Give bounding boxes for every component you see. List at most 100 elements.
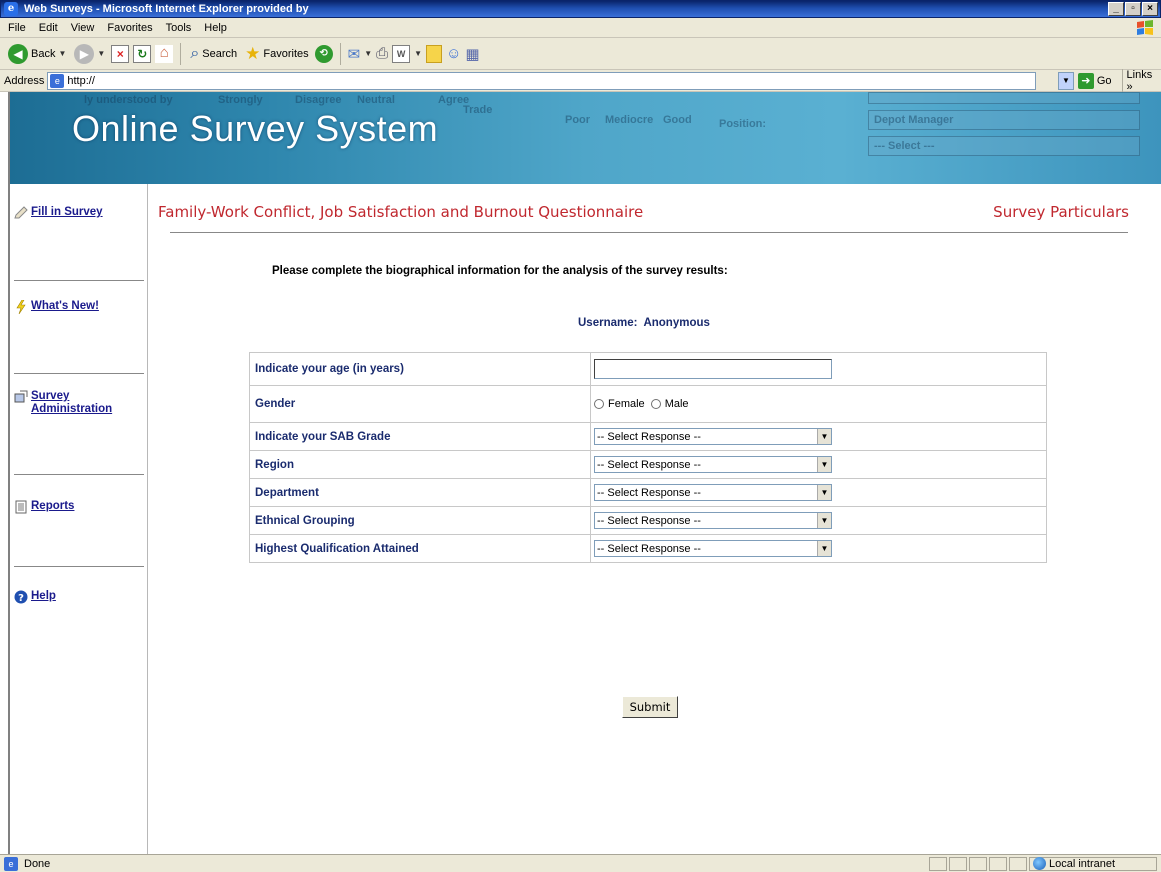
chevron-down-icon: ▼ xyxy=(58,49,67,58)
gender-female-radio[interactable] xyxy=(594,399,604,409)
search-icon: ⌕ xyxy=(190,44,200,62)
answer-cell: -- Select Response -- ▼ xyxy=(590,422,1047,451)
sidebar-link-reports[interactable]: Reports xyxy=(31,500,74,513)
chevron-down-icon: ▼ xyxy=(817,541,831,556)
close-button[interactable]: × xyxy=(1142,2,1158,16)
question-gender: Gender xyxy=(249,385,591,423)
sidebar-link-survey-administration[interactable]: Survey Administration xyxy=(31,390,127,416)
department-select[interactable]: -- Select Response -- ▼ xyxy=(594,484,832,501)
links-button[interactable]: Links » xyxy=(1121,68,1161,93)
region-select[interactable]: -- Select Response -- ▼ xyxy=(594,456,832,473)
print-icon[interactable]: ⎙ xyxy=(376,45,388,62)
mail-icon[interactable]: ✉ xyxy=(348,45,361,63)
menu-view[interactable]: View xyxy=(71,22,95,34)
site-title: Online Survey System xyxy=(72,108,439,149)
favorites-button[interactable]: ★ Favorites xyxy=(243,41,311,67)
survey-particulars-link[interactable]: Survey Particulars xyxy=(993,203,1129,221)
back-button[interactable]: ◀ Back ▼ xyxy=(6,41,68,67)
username-label: Username: xyxy=(578,317,638,329)
history-icon[interactable]: ⟲ xyxy=(314,44,333,63)
menu-help[interactable]: Help xyxy=(204,22,227,34)
username-line: Username: Anonymous xyxy=(578,317,710,329)
sidebar-divider xyxy=(14,566,144,567)
sidebar-item-survey-administration[interactable]: Survey Administration xyxy=(14,390,127,416)
form-row-qualification: Highest Qualification Attained -- Select… xyxy=(249,534,1047,563)
sidebar-link-help[interactable]: Help xyxy=(31,590,56,603)
sidebar-item-whats-new[interactable]: What's New! xyxy=(14,300,99,314)
sidebar-divider xyxy=(14,474,144,475)
submit-button[interactable]: Submit xyxy=(622,696,678,718)
research-icon[interactable]: ▦ xyxy=(465,45,479,63)
chevron-down-icon: ▼ xyxy=(97,49,106,58)
refresh-icon[interactable]: ↻ xyxy=(133,44,152,63)
back-arrow-icon: ◀ xyxy=(8,43,28,64)
question-ethnical-grouping: Ethnical Grouping xyxy=(249,506,591,535)
menu-edit[interactable]: Edit xyxy=(39,22,58,34)
answer-cell: -- Select Response -- ▼ xyxy=(590,506,1047,535)
menu-file[interactable]: File xyxy=(8,22,26,34)
window-title: Web Surveys - Microsoft Internet Explore… xyxy=(24,3,309,15)
question-qualification: Highest Qualification Attained xyxy=(249,534,591,563)
gender-male-radio[interactable] xyxy=(650,399,661,409)
sidebar-item-help[interactable]: ? Help xyxy=(14,590,56,604)
address-input[interactable]: e http:// xyxy=(47,71,1036,90)
sidebar-item-fill-in-survey[interactable]: Fill in Survey xyxy=(14,206,103,220)
home-icon[interactable]: ⌂ xyxy=(155,44,174,63)
instructions-text: Please complete the biographical informa… xyxy=(272,265,728,277)
qualification-select[interactable]: -- Select Response -- ▼ xyxy=(594,540,832,557)
answer-cell: -- Select Response -- ▼ xyxy=(590,450,1047,479)
banner-watermark-text: Position: xyxy=(719,118,767,130)
chevron-down-icon: ▼ xyxy=(817,457,831,472)
banner-watermark-text: Depot Manager xyxy=(874,114,954,126)
sidebar-link-whats-new[interactable]: What's New! xyxy=(31,300,99,313)
select-value: -- Select Response -- xyxy=(597,542,701,555)
address-bar: Address e http:// ▼ ➜ Go Links » xyxy=(0,68,1161,93)
zone-label: Local intranet xyxy=(1049,857,1116,870)
select-value: -- Select Response -- xyxy=(597,430,701,443)
chevron-down-icon[interactable]: ▼ xyxy=(364,49,372,58)
windows-logo-icon xyxy=(1137,20,1153,35)
banner-watermark-box xyxy=(868,92,1140,104)
address-dropdown-icon[interactable]: ▼ xyxy=(1058,71,1074,90)
banner-watermark-text: Disagree xyxy=(295,94,342,106)
sidebar: Fill in Survey What's New! Survey Admini… xyxy=(10,184,148,854)
ie-icon: e xyxy=(4,2,18,16)
address-label: Address xyxy=(4,74,45,87)
stop-icon[interactable]: × xyxy=(111,44,130,63)
forward-button[interactable]: ▶ ▼ xyxy=(72,41,107,67)
menu-bar: File Edit View Favorites Tools Help xyxy=(0,18,1161,38)
messenger-icon[interactable]: ☺ xyxy=(446,45,461,62)
notes-icon[interactable] xyxy=(426,44,443,63)
banner-watermark-text: Trade xyxy=(463,104,493,116)
gender-radio-group: Female Male xyxy=(594,398,1043,410)
status-text: Done xyxy=(24,857,51,870)
go-button[interactable]: ➜ Go xyxy=(1077,72,1112,89)
chevron-down-icon[interactable]: ▼ xyxy=(414,49,422,58)
sidebar-link-fill-in-survey[interactable]: Fill in Survey xyxy=(31,206,103,219)
edit-icon[interactable]: W xyxy=(392,44,411,63)
age-input[interactable] xyxy=(594,359,832,379)
restore-button[interactable]: ▫ xyxy=(1125,2,1141,16)
search-button[interactable]: ⌕ Search xyxy=(188,41,239,67)
chevron-down-icon: ▼ xyxy=(817,485,831,500)
svg-text:?: ? xyxy=(18,593,24,604)
sidebar-item-reports[interactable]: Reports xyxy=(14,500,74,514)
username-value: Anonymous xyxy=(643,317,710,329)
toolbar: ◀ Back ▼ ▶ ▼ × ↻ ⌂ ⌕ Search ★ Favorites … xyxy=(0,38,1161,70)
question-age: Indicate your age (in years) xyxy=(249,352,591,386)
sab-grade-select[interactable]: -- Select Response -- ▼ xyxy=(594,428,832,445)
lightning-icon xyxy=(16,300,26,314)
star-icon: ★ xyxy=(245,43,261,63)
answer-cell xyxy=(590,352,1047,386)
banner-watermark-text: Neutral xyxy=(357,94,395,106)
gender-male-label: Male xyxy=(664,398,689,410)
menu-tools[interactable]: Tools xyxy=(166,22,192,34)
ethnical-grouping-select[interactable]: -- Select Response -- ▼ xyxy=(594,512,832,529)
answer-cell: -- Select Response -- ▼ xyxy=(590,478,1047,507)
forward-arrow-icon: ▶ xyxy=(74,43,95,64)
toolbar-separator xyxy=(339,42,341,65)
banner-watermark-text: Strongly xyxy=(218,94,263,106)
minimize-button[interactable]: _ xyxy=(1108,2,1124,16)
menu-favorites[interactable]: Favorites xyxy=(107,22,152,34)
banner-watermark-text: ly understood by xyxy=(84,94,173,106)
